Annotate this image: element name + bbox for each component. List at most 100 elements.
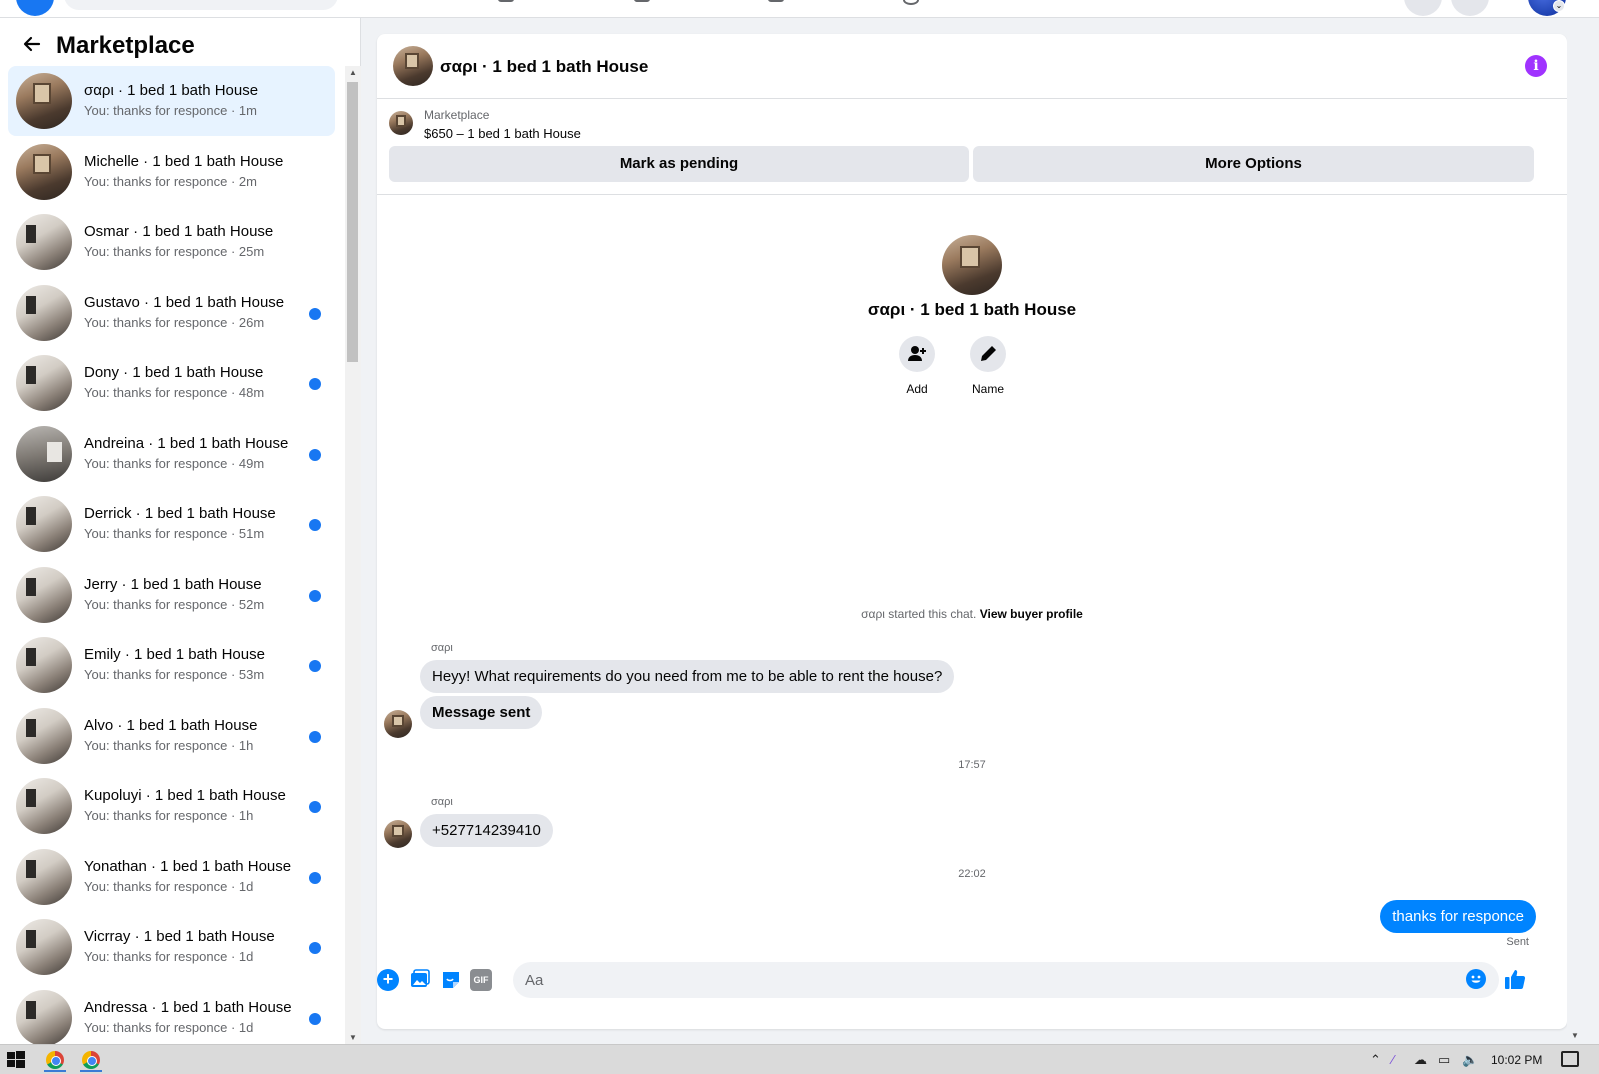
view-buyer-profile-link[interactable]: View buyer profile xyxy=(980,607,1083,621)
tray-network-icon[interactable]: ▭ xyxy=(1438,1052,1450,1068)
conversation-preview: You: thanks for responce xyxy=(84,455,228,471)
unread-dot-icon xyxy=(309,801,321,813)
more-options-button[interactable]: More Options xyxy=(973,146,1534,182)
separator: · xyxy=(227,385,239,400)
mark-as-pending-button[interactable]: Mark as pending xyxy=(389,146,969,182)
conversation-name: Emily · 1 bed 1 bath House xyxy=(84,646,265,663)
back-arrow-icon[interactable] xyxy=(20,34,44,58)
outgoing-message[interactable]: thanks for responce xyxy=(1380,900,1536,933)
notifications-top-button[interactable] xyxy=(1451,0,1489,16)
separator: · xyxy=(227,244,239,259)
unread-dot-icon xyxy=(309,1012,321,1025)
facebook-logo-icon[interactable] xyxy=(16,0,54,16)
conversation-preview-line: You: thanks for responce · 26m xyxy=(84,315,264,330)
scroll-down-arrow-icon[interactable]: ▼ xyxy=(1571,1031,1579,1040)
separator: · xyxy=(227,173,239,189)
incoming-message[interactable]: +527714239410 xyxy=(420,814,553,847)
sticker-icon[interactable] xyxy=(440,969,462,991)
chat-header: σαρι · 1 bed 1 bath House i xyxy=(377,34,1567,99)
sender-avatar[interactable] xyxy=(384,820,412,848)
thumbs-up-icon[interactable] xyxy=(1504,968,1526,990)
conversation-item[interactable]: Emily · 1 bed 1 bath House You: thanks fo… xyxy=(8,630,335,700)
chat-title[interactable]: σαρι · 1 bed 1 bath House xyxy=(440,57,648,77)
marketplace-label: Marketplace xyxy=(424,108,490,122)
sender-avatar[interactable] xyxy=(384,710,412,738)
chrome-taskbar-icon[interactable] xyxy=(78,1048,104,1072)
messenger-top-button[interactable] xyxy=(1404,0,1442,16)
chrome-taskbar-icon[interactable] xyxy=(42,1048,68,1072)
conversation-preview: You: thanks for responce xyxy=(84,878,228,894)
groups-nav-icon[interactable] xyxy=(903,0,919,5)
sidebar-scrollbar[interactable]: ▲ ▼ xyxy=(345,66,361,1044)
conversation-preview: You: thanks for responce xyxy=(84,314,228,330)
home-nav-icon[interactable] xyxy=(498,0,514,2)
conversation-item[interactable]: Osmar · 1 bed 1 bath House You: thanks fo… xyxy=(8,207,335,277)
incoming-message[interactable]: Heyy! What requirements do you need from… xyxy=(420,660,955,693)
taskbar-clock[interactable]: 10:02 PM xyxy=(1491,1053,1542,1067)
conversation-time: 48m xyxy=(238,385,265,400)
edit-name-button[interactable]: Name xyxy=(958,336,1018,396)
conversation-item[interactable]: Dony · 1 bed 1 bath House You: thanks for… xyxy=(8,348,335,418)
conversation-item[interactable]: Vicrray · 1 bed 1 bath House You: thanks … xyxy=(8,912,335,982)
chat-header-avatar[interactable] xyxy=(393,46,433,86)
account-menu-chevron-icon[interactable]: ⌄ xyxy=(1553,0,1565,12)
conversation-time: 52m xyxy=(238,596,265,612)
conversation-item[interactable]: Andreina · 1 bed 1 bath House You: thanks… xyxy=(8,419,335,489)
tray-chevron-up-icon[interactable]: ⌃ xyxy=(1370,1052,1381,1068)
conversation-item[interactable]: Michelle · 1 bed 1 bath House You: thanks… xyxy=(8,137,335,207)
info-icon[interactable]: i xyxy=(1525,55,1547,77)
separator: · xyxy=(227,526,239,541)
unread-dot-icon xyxy=(309,589,321,602)
add-person-icon xyxy=(899,336,935,372)
top-navigation-bar: ⌄ xyxy=(0,0,1599,18)
conversation-item[interactable]: Andressa · 1 bed 1 bath House You: thanks… xyxy=(8,983,335,1044)
marketplace-nav-icon[interactable] xyxy=(768,0,784,2)
conversation-preview: You: thanks for responce xyxy=(84,526,228,541)
windows-start-icon[interactable] xyxy=(6,1050,26,1070)
conversation-item[interactable]: Yonathan · 1 bed 1 bath House You: thanks… xyxy=(8,842,335,912)
conversation-item[interactable]: Jerry · 1 bed 1 bath House You: thanks fo… xyxy=(8,560,335,630)
separator: · xyxy=(227,949,239,964)
tray-volume-icon[interactable]: 🔈 xyxy=(1462,1052,1478,1068)
unread-dot-icon xyxy=(309,660,321,672)
listing-title[interactable]: $650 – 1 bed 1 bath House xyxy=(424,126,581,141)
add-people-button[interactable]: Add xyxy=(887,336,947,396)
conversation-item[interactable]: Gustavo · 1 bed 1 bath House You: thanks … xyxy=(8,278,335,348)
incoming-message[interactable]: Message sent xyxy=(420,696,543,729)
conversation-preview-line: You: thanks for responce · 49m xyxy=(84,456,264,471)
conversation-item[interactable]: Alvo · 1 bed 1 bath House You: thanks for… xyxy=(8,701,335,771)
watch-nav-icon[interactable] xyxy=(634,0,650,2)
action-center-icon[interactable] xyxy=(1561,1051,1579,1067)
main-scrollbar[interactable]: ▼ xyxy=(1567,18,1583,1044)
conversation-name: Alvo · 1 bed 1 bath House xyxy=(84,716,258,734)
conversation-time: 1h xyxy=(238,737,254,753)
listing-thumbnail[interactable] xyxy=(389,111,413,135)
unread-dot-icon xyxy=(309,378,321,390)
tray-pen-icon[interactable]: ⁄ xyxy=(1392,1052,1394,1067)
conversation-preview: You: thanks for responce xyxy=(84,737,228,753)
sender-name: σαρι xyxy=(431,642,453,654)
sidebar-scroll-thumb[interactable] xyxy=(347,82,358,362)
conversation-item[interactable]: Derrick · 1 bed 1 bath House You: thanks … xyxy=(8,489,335,559)
conversation-preview-line: You: thanks for responce · 52m xyxy=(84,597,264,612)
unread-dot-icon xyxy=(309,730,321,743)
unread-dot-icon xyxy=(309,942,321,954)
conversation-name: Yonathan · 1 bed 1 bath House xyxy=(84,857,292,875)
conversation-preview: You: thanks for responce xyxy=(84,808,228,823)
conversation-preview: You: thanks for responce xyxy=(84,1019,228,1035)
conversation-item[interactable]: Kupoluyi · 1 bed 1 bath House You: thanks… xyxy=(8,771,335,841)
conversation-item[interactable]: σαρι · 1 bed 1 bath House You: thanks for… xyxy=(8,66,335,136)
message-input[interactable] xyxy=(513,962,1499,998)
photo-icon[interactable] xyxy=(409,969,431,991)
scroll-down-arrow-icon[interactable]: ▼ xyxy=(349,1033,357,1042)
tray-cloud-icon[interactable]: ☁ xyxy=(1414,1052,1427,1068)
gif-icon[interactable]: GIF xyxy=(470,969,492,991)
conversation-preview-line: You: thanks for responce · 1h xyxy=(84,808,253,823)
scroll-up-arrow-icon[interactable]: ▲ xyxy=(349,68,357,77)
plus-icon[interactable]: + xyxy=(377,969,399,991)
message-composer: + GIF xyxy=(377,959,1567,1011)
conversation-avatar xyxy=(16,284,72,341)
emoji-icon[interactable] xyxy=(1466,969,1486,989)
profile-avatar[interactable] xyxy=(942,235,1002,295)
facebook-search-input[interactable] xyxy=(64,0,338,10)
